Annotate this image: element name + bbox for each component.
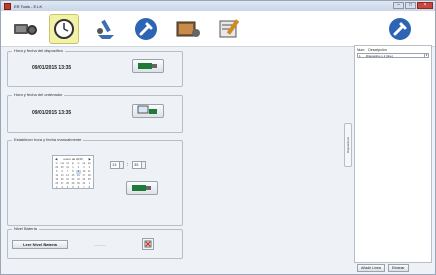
pc-datetime-value: 09/01/2015 13:35: [32, 110, 72, 116]
calendar-month: enero de 2015: [63, 157, 83, 161]
set-manual-time-button[interactable]: [126, 181, 158, 195]
device-time-group: Hora y fecha del dispositivo 09/01/2015 …: [7, 48, 183, 87]
add-line-button[interactable]: Añadir Línea: [357, 264, 385, 272]
usb-green-icon: [132, 185, 151, 191]
table-row[interactable]: 1 Dispositivo y 1 (line) ▾: [357, 53, 429, 58]
devices-grid-header: Num Descripción: [355, 46, 431, 52]
close-button[interactable]: ×: [417, 2, 433, 9]
calendar[interactable]: ◀ enero de 2015 ▶ lu ma mi ju vi sá do 29 30 31 1…: [52, 155, 94, 189]
wrench-circle-button[interactable]: [131, 14, 161, 44]
maximize-button[interactable]: □: [405, 2, 416, 9]
battery-status: [142, 238, 154, 250]
calendar-days: 29 30 31 1 2 3 4 5 6 7 8 9 10 11 12 13 14 15 16 17 18 19 20 21 2…: [53, 166, 93, 190]
col-description: Descripción: [368, 48, 387, 52]
col-num: Num: [357, 48, 365, 52]
battery-error-icon: [144, 240, 152, 248]
prev-month-icon[interactable]: ◀: [55, 157, 57, 161]
next-month-icon[interactable]: ▶: [89, 157, 91, 161]
manual-time-group: Establecer hora y fecha manualmente ◀ en…: [7, 137, 183, 226]
app-window: ER Tools - E.LK – □ × Hora y fecha del d…: [0, 0, 436, 275]
time-settings-panel: Hora y fecha del dispositivo 09/01/2015 …: [7, 48, 339, 273]
clock-button[interactable]: [49, 14, 79, 44]
notepad-button[interactable]: [215, 14, 245, 44]
minute-spinner-arrows[interactable]: [141, 162, 145, 168]
time-separator: :: [127, 162, 129, 168]
title-bar: ER Tools - E.LK – □ ×: [1, 1, 435, 11]
notepad-pencil-icon: [219, 19, 240, 38]
camera-settings-icon: [176, 21, 200, 37]
window-controls: – □ ×: [393, 2, 433, 9]
clock-icon: [54, 19, 74, 39]
row-num: 1: [359, 53, 361, 58]
calendar-day[interactable]: 8: [87, 186, 92, 190]
side-tab-label: Dispositivos: [346, 136, 351, 154]
window-title: ER Tools - E.LK: [14, 3, 43, 9]
battery-group: Nivel Batería Leer Nivel Batería -------…: [7, 226, 183, 259]
camera-reader-button[interactable]: [11, 14, 41, 44]
device-datetime-value: 09/01/2015 13:35: [32, 65, 72, 71]
hour-value: 13: [112, 162, 117, 167]
read-battery-button[interactable]: Leer Nivel Batería: [12, 240, 68, 249]
devices-side-tab[interactable]: Dispositivos: [344, 123, 352, 167]
minute-value: 35: [134, 162, 139, 167]
devices-actions: Añadir Línea Eliminar: [357, 264, 409, 272]
hour-spinner[interactable]: 13: [110, 161, 124, 169]
manual-time-legend: Establecer hora y fecha manualmente: [12, 137, 84, 142]
pc-time-legend: Hora y fecha del ordenador: [12, 92, 65, 97]
devices-panel: Num Descripción 1 Dispositivo y 1 (line)…: [354, 45, 432, 263]
minimize-button[interactable]: –: [393, 2, 404, 9]
battery-legend: Nivel Batería: [12, 226, 39, 231]
row-description: Dispositivo y 1 (line): [366, 53, 393, 58]
hour-spinner-arrows[interactable]: [119, 162, 123, 168]
app-icon: [4, 2, 11, 10]
battery-level-value: ---------: [94, 242, 106, 247]
camera-reader-icon: [14, 24, 37, 35]
wrench-circle-icon: [135, 18, 157, 40]
settings-button[interactable]: [385, 14, 415, 44]
chevron-down-icon[interactable]: ▾: [424, 54, 428, 57]
pc-to-device-icon: [137, 105, 157, 114]
usb-green-icon: [138, 63, 157, 69]
tool-arrow-button[interactable]: [91, 14, 121, 44]
minute-spinner[interactable]: 35: [132, 161, 146, 169]
wrench-circle-icon: [389, 18, 411, 40]
read-device-time-button[interactable]: [132, 59, 164, 73]
device-time-legend: Hora y fecha del dispositivo: [12, 48, 65, 53]
toolbar: [1, 11, 435, 47]
pc-time-group: Hora y fecha del ordenador 09/01/2015 13…: [7, 92, 183, 133]
camera-settings-button[interactable]: [173, 14, 203, 44]
sync-pc-time-button[interactable]: [132, 104, 164, 118]
tool-arrow-icon: [97, 19, 114, 39]
delete-button[interactable]: Eliminar: [387, 264, 409, 272]
